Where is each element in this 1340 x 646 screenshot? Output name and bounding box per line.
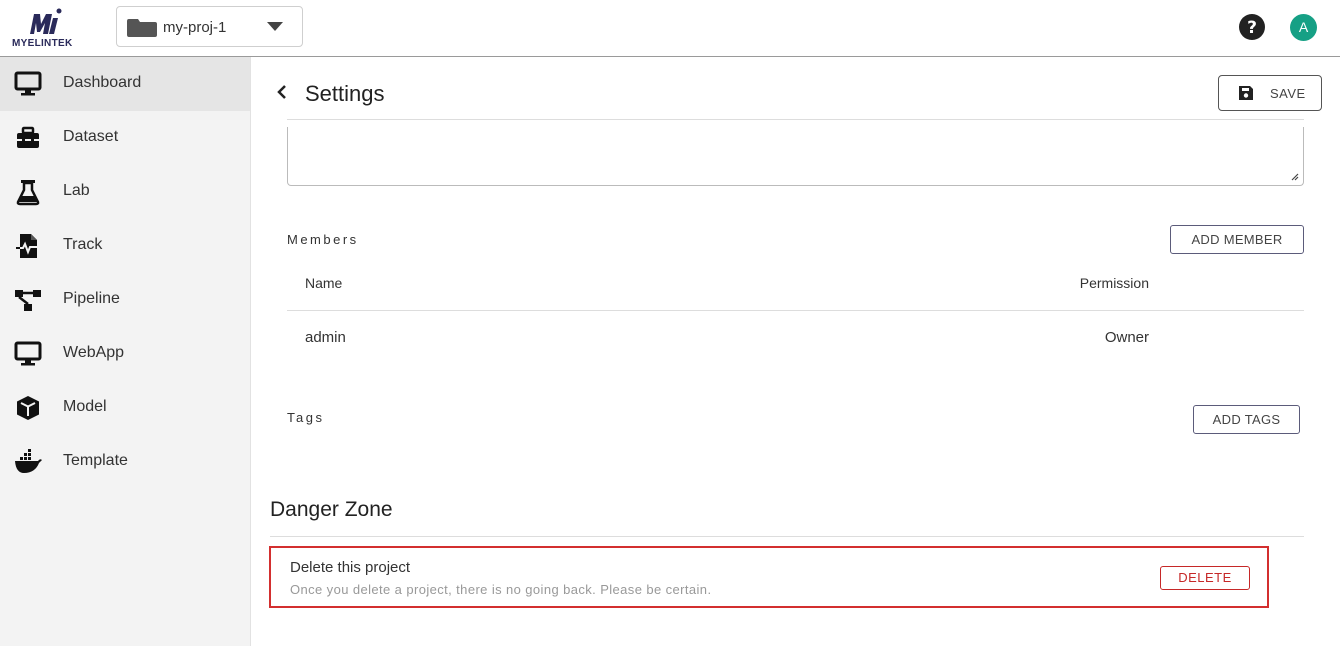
cube-icon bbox=[17, 396, 39, 420]
sidebar: Dashboard Dataset Lab Track Pipeline Web… bbox=[0, 57, 251, 646]
resize-handle-icon[interactable] bbox=[1291, 173, 1299, 181]
sidebar-item-track[interactable]: Track bbox=[0, 219, 250, 273]
column-header-permission: Permission bbox=[1079, 275, 1149, 291]
sidebar-item-label: Dashboard bbox=[63, 74, 142, 91]
divider bbox=[287, 119, 1304, 120]
delete-project-description: Once you delete a project, there is no g… bbox=[290, 582, 712, 597]
brand-name: MyelinTek bbox=[12, 38, 73, 49]
chevron-down-icon bbox=[267, 22, 283, 31]
toolbox-icon bbox=[17, 126, 39, 148]
avatar[interactable]: A bbox=[1290, 14, 1317, 41]
table-divider bbox=[287, 310, 1304, 311]
sidebar-item-label: Template bbox=[63, 452, 128, 469]
sidebar-item-label: Model bbox=[63, 398, 107, 415]
save-label: SAVE bbox=[1270, 86, 1306, 101]
add-member-button[interactable]: ADD MEMBER bbox=[1170, 225, 1304, 254]
sidebar-item-dataset[interactable]: Dataset bbox=[0, 111, 250, 165]
tags-label: Tags bbox=[287, 410, 325, 425]
sidebar-item-pipeline[interactable]: Pipeline bbox=[0, 273, 250, 327]
file-waveform-icon bbox=[16, 234, 40, 258]
flask-icon bbox=[16, 180, 40, 206]
pipeline-icon bbox=[15, 290, 41, 311]
sidebar-item-label: Track bbox=[63, 236, 103, 253]
divider bbox=[270, 536, 1304, 537]
logo-mark-icon bbox=[30, 8, 62, 34]
monitor-icon bbox=[14, 341, 42, 366]
main-content: Settings SAVE Members ADD MEMBER Name Pe… bbox=[251, 57, 1340, 646]
column-header-name: Name bbox=[305, 275, 343, 291]
project-name: my-proj-1 bbox=[163, 19, 227, 36]
sidebar-item-label: WebApp bbox=[63, 344, 125, 361]
danger-zone-box: Delete this project Once you delete a pr… bbox=[269, 546, 1269, 608]
sidebar-item-lab[interactable]: Lab bbox=[0, 165, 250, 219]
add-tags-button[interactable]: ADD TAGS bbox=[1193, 405, 1300, 434]
description-textarea[interactable] bbox=[287, 127, 1304, 186]
page-title: Settings bbox=[305, 81, 385, 106]
sidebar-item-label: Lab bbox=[63, 182, 90, 199]
brand-logo[interactable]: MyelinTek bbox=[10, 4, 100, 52]
sidebar-item-label: Dataset bbox=[63, 128, 119, 145]
sidebar-item-label: Pipeline bbox=[63, 290, 120, 307]
project-select[interactable]: my-proj-1 bbox=[116, 6, 303, 47]
delete-project-title: Delete this project bbox=[290, 559, 411, 576]
member-permission: Owner bbox=[1104, 329, 1149, 346]
docker-icon bbox=[15, 449, 42, 473]
delete-project-button[interactable]: DELETE bbox=[1160, 566, 1250, 590]
svg-text:?: ? bbox=[1247, 18, 1257, 38]
members-label: Members bbox=[287, 232, 359, 247]
sidebar-item-model[interactable]: Model bbox=[0, 381, 250, 435]
monitor-icon bbox=[14, 71, 42, 96]
folder-icon bbox=[127, 19, 157, 37]
chevron-left-icon[interactable] bbox=[276, 84, 288, 100]
sidebar-item-template[interactable]: Template bbox=[0, 435, 250, 489]
top-bar: MyelinTek my-proj-1 ? A bbox=[0, 0, 1340, 57]
danger-zone-title: Danger Zone bbox=[270, 498, 393, 521]
sidebar-item-dashboard[interactable]: Dashboard bbox=[0, 57, 250, 111]
help-icon[interactable]: ? bbox=[1239, 14, 1265, 40]
member-name: admin bbox=[305, 329, 346, 346]
floppy-disk-icon bbox=[1239, 86, 1253, 100]
save-button[interactable]: SAVE bbox=[1218, 75, 1322, 111]
sidebar-item-webapp[interactable]: WebApp bbox=[0, 327, 250, 381]
